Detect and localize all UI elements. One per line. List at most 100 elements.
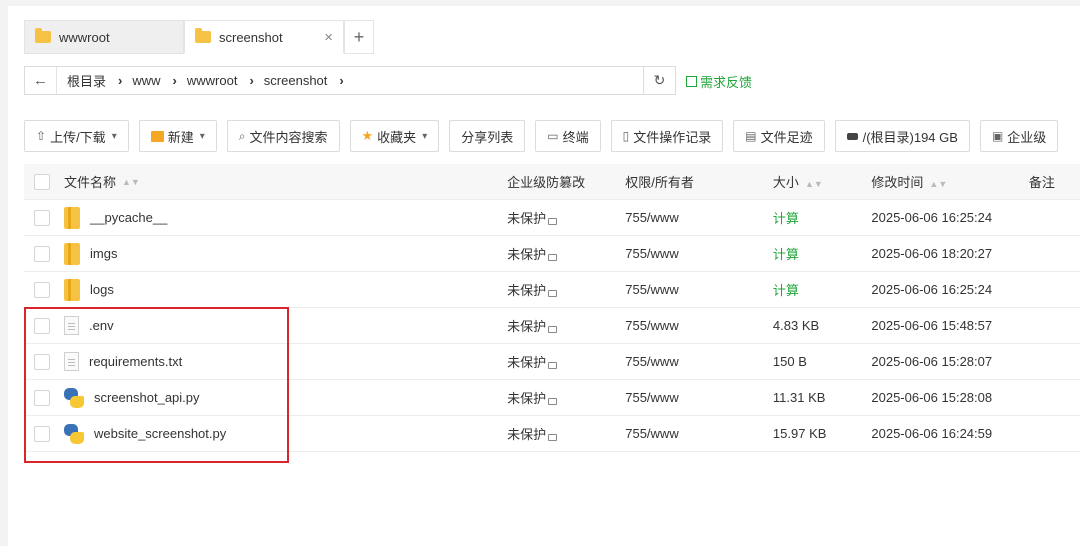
table-row[interactable]: imgs 未保护 755/www 计算 2025-06-06 18:20:27 [24, 236, 1080, 272]
header-size[interactable]: 大小 ▲▼ [773, 172, 871, 191]
header-name[interactable]: 文件名称 ▲▼ [64, 172, 507, 191]
size-cell[interactable]: 计算 [773, 244, 871, 263]
upload-download-button[interactable]: ⇧ 上传/下载 ▾ [24, 120, 129, 152]
row-checkbox[interactable] [34, 245, 50, 262]
folder-icon [64, 242, 80, 265]
new-button[interactable]: 新建 ▾ [138, 120, 217, 152]
chevron-right-icon: › [118, 73, 123, 88]
back-arrow-icon[interactable]: ← [25, 67, 57, 94]
permission-cell[interactable]: 755/www [625, 318, 773, 333]
file-name-cell[interactable]: requirements.txt [64, 352, 507, 371]
lock-icon [548, 398, 558, 405]
protect-cell[interactable]: 未保护 [507, 424, 625, 443]
file-name[interactable]: logs [90, 282, 114, 297]
file-name-cell[interactable]: screenshot_api.py [64, 387, 507, 408]
row-checkbox[interactable] [34, 317, 50, 334]
header-size-label: 大小 [772, 175, 799, 190]
table-row[interactable]: screenshot_api.py 未保护 755/www 11.31 KB 2025-… [24, 380, 1080, 416]
permission-cell[interactable]: 755/www [625, 426, 773, 441]
favorites-button[interactable]: ★ 收藏夹 ▾ [349, 120, 440, 152]
search-label: 文件内容搜索 [249, 129, 328, 145]
enterprise-button[interactable]: ▣ 企业级 [979, 120, 1059, 152]
protect-cell[interactable]: 未保护 [507, 316, 625, 335]
operation-log-button[interactable]: ▯ 文件操作记录 [610, 120, 724, 152]
sort-icon: ▲▼ [122, 176, 140, 187]
tab-wwwroot[interactable]: wwwroot [24, 20, 184, 54]
file-name-cell[interactable]: logs [64, 278, 507, 301]
table-row[interactable]: logs 未保护 755/www 计算 2025-06-06 16:25:24 [24, 272, 1080, 308]
protect-cell[interactable]: 未保护 [507, 244, 625, 263]
permission-cell[interactable]: 755/www [625, 246, 773, 261]
file-name-cell[interactable]: __pycache__ [64, 206, 507, 229]
protect-cell[interactable]: 未保护 [507, 280, 625, 299]
size-cell[interactable]: 计算 [773, 280, 871, 299]
modified-time-cell: 2025-06-06 18:20:27 [871, 246, 993, 261]
terminal-label: 终端 [562, 129, 589, 145]
tab-label: screenshot [219, 29, 283, 45]
chevron-down-icon: ▾ [422, 130, 428, 142]
protect-cell[interactable]: 未保护 [507, 352, 625, 371]
file-name[interactable]: website_screenshot.py [94, 426, 226, 441]
search-icon: ⌕ [238, 128, 246, 143]
tab-screenshot[interactable]: screenshot × [184, 20, 344, 54]
content-search-button[interactable]: ⌕ 文件内容搜索 [226, 120, 340, 152]
table-row[interactable]: website_screenshot.py 未保护 755/www 15.97 KB 2… [24, 416, 1080, 452]
disk-button[interactable]: /(根目录)194 GB [834, 120, 970, 152]
row-checkbox[interactable] [34, 209, 50, 226]
size-cell[interactable]: 计算 [773, 208, 871, 227]
table-body: __pycache__ 未保护 755/www 计算 2025-06-06 16:25:… [24, 200, 1080, 452]
file-name-cell[interactable]: .env [64, 316, 507, 335]
protect-status: 未保护 [507, 427, 547, 442]
breadcrumb-www[interactable]: www [122, 73, 164, 88]
file-name-cell[interactable]: imgs [64, 242, 507, 265]
permission-cell[interactable]: 755/www [625, 210, 773, 225]
row-checkbox[interactable] [34, 425, 50, 442]
breadcrumb-root[interactable]: 根目录 [57, 71, 110, 90]
permission-cell[interactable]: 755/www [625, 354, 773, 369]
file-name[interactable]: imgs [90, 246, 117, 261]
chevron-right-icon: › [172, 73, 177, 88]
favorites-label: 收藏夹 [377, 129, 417, 145]
share-list-button[interactable]: 分享列表 [449, 120, 526, 152]
protect-status: 未保护 [507, 391, 547, 406]
disk-icon [846, 132, 858, 140]
row-checkbox[interactable] [34, 353, 50, 370]
breadcrumb-screenshot[interactable]: screenshot [254, 73, 332, 88]
file-name-cell[interactable]: website_screenshot.py [64, 423, 507, 444]
close-icon[interactable]: × [324, 29, 333, 46]
lock-icon [548, 254, 558, 261]
file-name[interactable]: requirements.txt [89, 354, 182, 369]
feedback-link[interactable]: 需求反馈 [686, 72, 752, 91]
share-label: 分享列表 [461, 129, 514, 145]
terminal-button[interactable]: ▭ 终端 [535, 120, 601, 152]
add-tab-button[interactable]: + [344, 20, 374, 54]
header-time[interactable]: 修改时间 ▲▼ [871, 172, 1029, 191]
python-file-icon [64, 387, 84, 408]
file-name[interactable]: screenshot_api.py [94, 390, 200, 405]
breadcrumb-wwwroot[interactable]: wwwroot [177, 73, 242, 88]
tab-label: wwwroot [59, 29, 110, 45]
table-row[interactable]: .env 未保护 755/www 4.83 KB 2025-06-06 15:48:57 [24, 308, 1080, 344]
table-row[interactable]: __pycache__ 未保护 755/www 计算 2025-06-06 16:25:… [24, 200, 1080, 236]
file-name[interactable]: .env [89, 318, 114, 333]
lock-icon [548, 434, 558, 441]
table-row[interactable]: requirements.txt 未保护 755/www 150 B 2025-06-0… [24, 344, 1080, 380]
file-trace-button[interactable]: ▤ 文件足迹 [733, 120, 825, 152]
trace-label: 文件足迹 [760, 129, 813, 145]
file-name[interactable]: __pycache__ [90, 210, 167, 225]
text-file-icon [64, 352, 79, 371]
row-checkbox[interactable] [34, 389, 50, 406]
protect-status: 未保护 [507, 283, 547, 298]
header-note: 备注 [1028, 175, 1055, 190]
sort-icon: ▲▼ [929, 179, 948, 189]
permission-cell[interactable]: 755/www [625, 282, 773, 297]
select-all-checkbox[interactable] [34, 173, 50, 190]
refresh-icon[interactable]: ↻ [643, 67, 675, 94]
size-cell: 15.97 KB [772, 426, 827, 441]
row-checkbox[interactable] [34, 281, 50, 298]
permission-cell[interactable]: 755/www [625, 390, 773, 405]
protect-cell[interactable]: 未保护 [507, 208, 625, 227]
header-perm: 权限/所有者 [625, 175, 694, 190]
protect-cell[interactable]: 未保护 [507, 388, 625, 407]
lock-icon [548, 326, 558, 333]
